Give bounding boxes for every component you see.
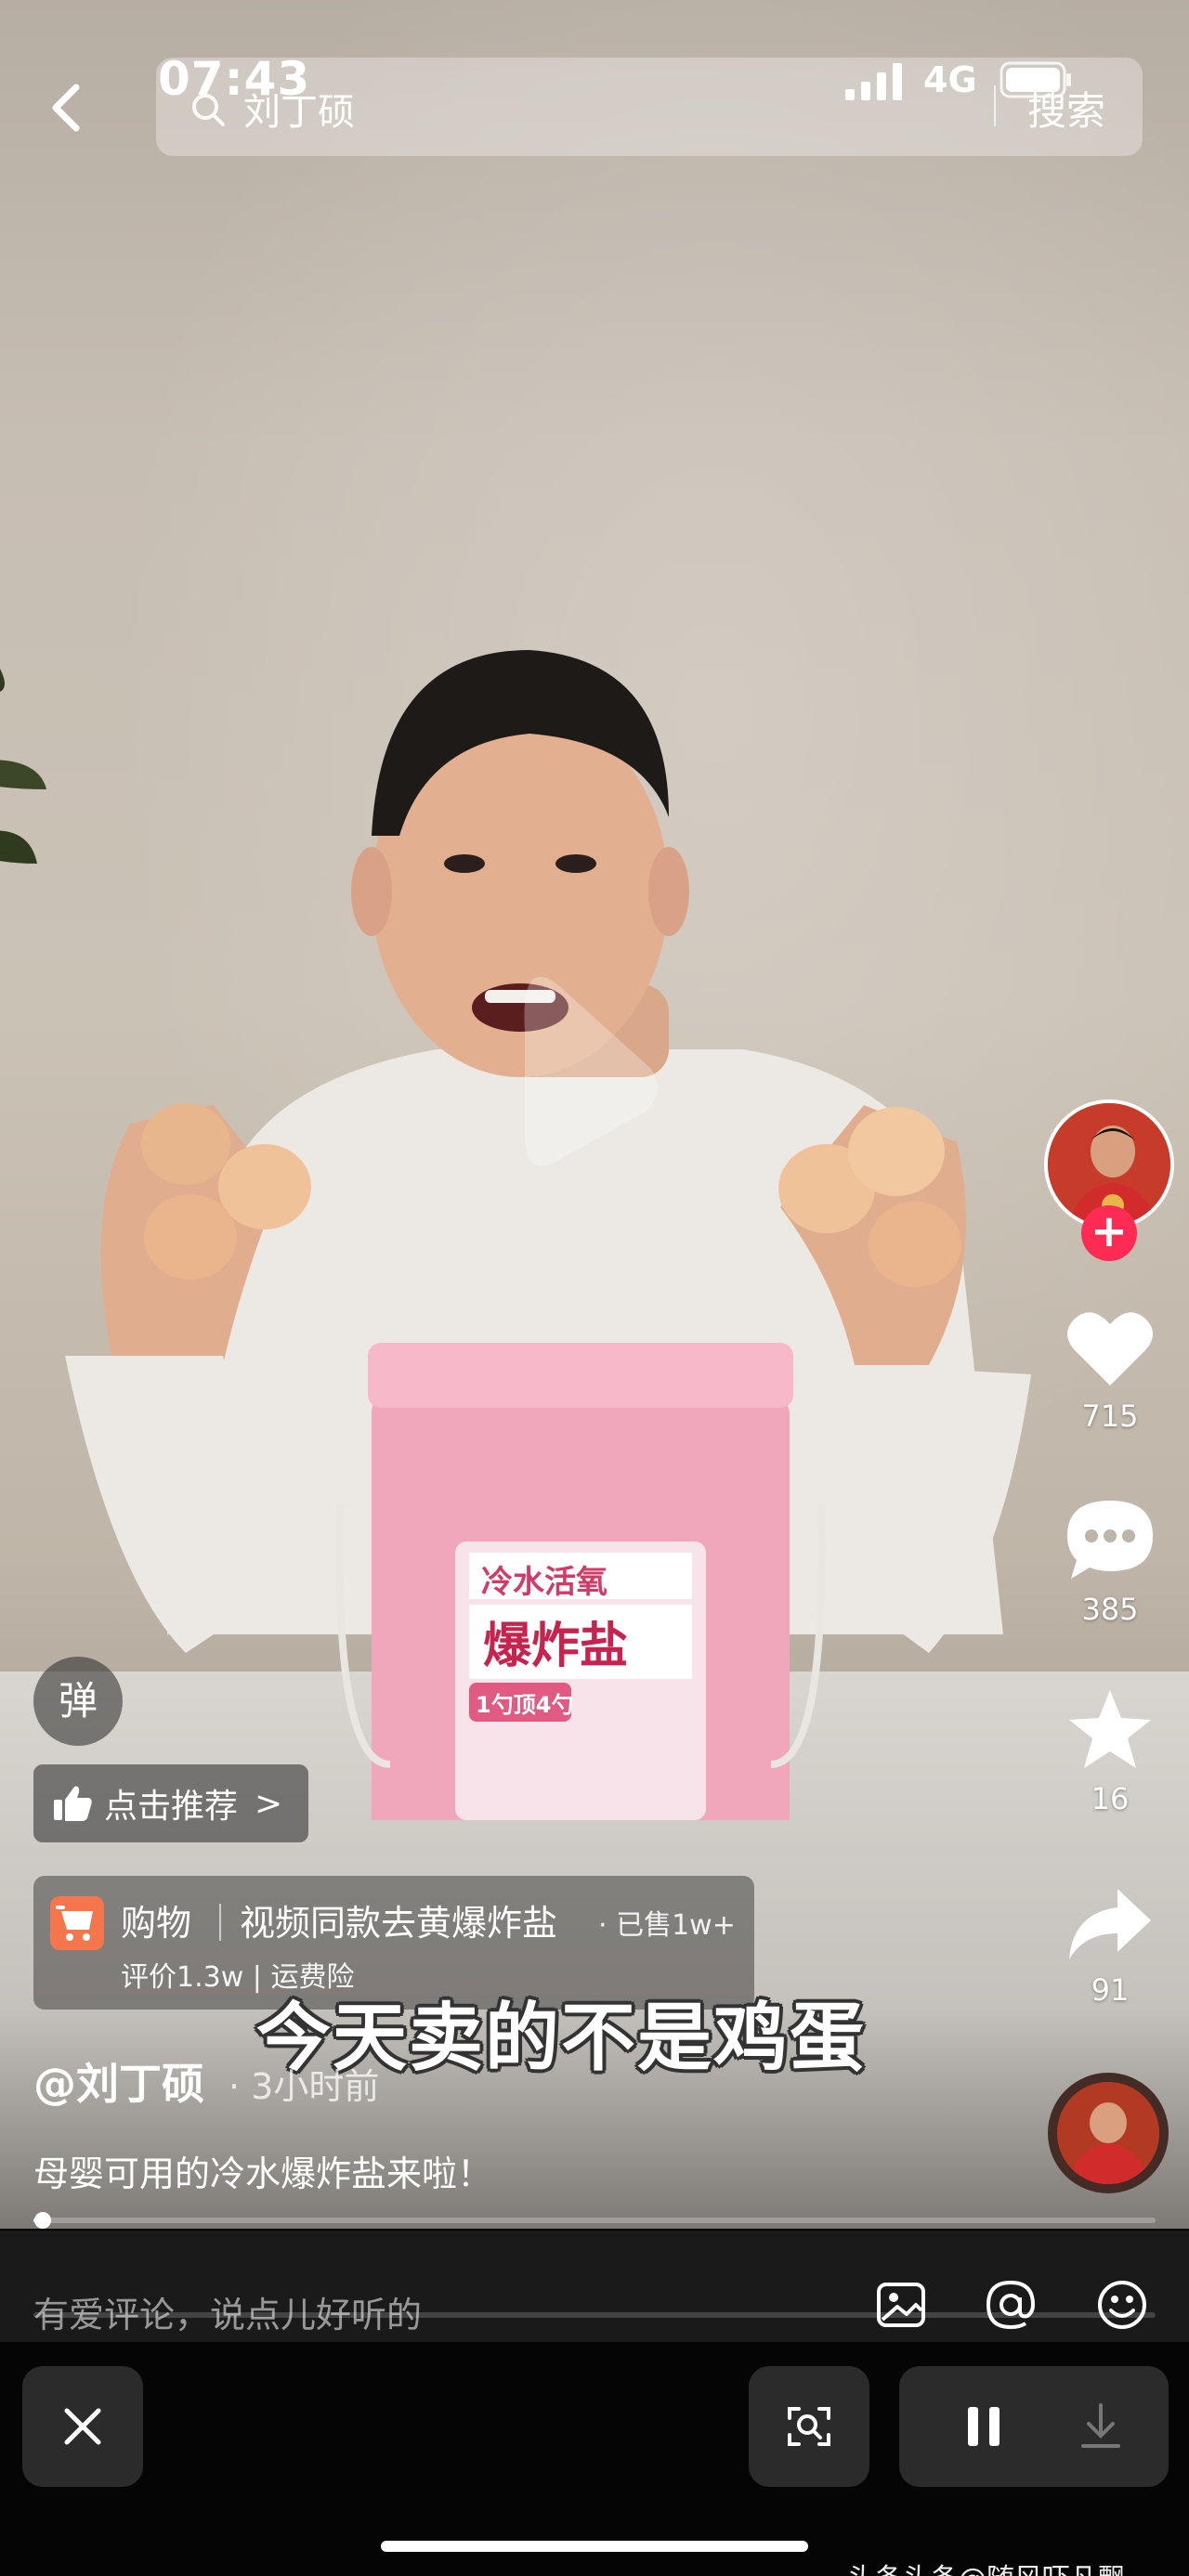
search-input[interactable]: 刘丁硕 <box>243 82 355 136</box>
shopping-cart-icon <box>50 1896 104 1950</box>
recommend-label: 点击推荐 <box>104 1788 239 1826</box>
pause-icon[interactable] <box>959 2401 1009 2452</box>
search-icon <box>192 94 225 126</box>
favorite-button[interactable]: 16 <box>1059 1686 1161 1816</box>
network-type: 4G <box>923 59 977 100</box>
shop-label: 购物 <box>121 1903 192 1944</box>
search-button[interactable]: 搜索 <box>1027 80 1105 137</box>
image-picker-icon[interactable] <box>873 2277 929 2333</box>
signal-strength-icon <box>845 63 902 100</box>
shop-product-title: 视频同款去黄爆炸盐 <box>240 1903 558 1944</box>
search-divider <box>994 85 996 126</box>
like-count: 715 <box>1081 1399 1139 1434</box>
progress-handle[interactable] <box>33 2212 51 2229</box>
follow-button[interactable]: + <box>1081 1205 1137 1261</box>
comment-count: 385 <box>1081 1592 1139 1627</box>
scan-button[interactable] <box>749 2366 869 2487</box>
share-count: 91 <box>1091 1972 1130 2008</box>
close-icon <box>64 2408 101 2445</box>
author-name[interactable]: @刘丁硕 <box>33 2050 204 2112</box>
heart-icon <box>1067 1312 1153 1386</box>
product-brand-line: 冷水活氧 <box>481 1564 608 1601</box>
video-progress-bar[interactable] <box>33 2212 1156 2229</box>
danmu-toggle-button[interactable]: 弹 <box>33 1657 123 1746</box>
close-button[interactable] <box>22 2366 143 2487</box>
product-name: 爆炸盐 <box>483 1619 629 1674</box>
star-icon <box>1069 1690 1151 1768</box>
video-caption: 母婴可用的冷水爆炸盐来啦！ <box>33 2153 493 2194</box>
post-time: · 3小时前 <box>229 2066 380 2107</box>
home-indicator <box>381 2541 808 2552</box>
shop-divider <box>219 1904 221 1941</box>
shop-rating: 评价1.3w <box>121 1961 244 1994</box>
playback-controls <box>899 2366 1169 2487</box>
like-button[interactable]: 715 <box>1059 1308 1161 1434</box>
back-arrow-icon[interactable] <box>35 71 100 145</box>
comment-bubble-icon <box>1067 1501 1153 1579</box>
mention-icon[interactable] <box>983 2277 1039 2333</box>
download-icon[interactable] <box>1076 2401 1126 2452</box>
share-button[interactable]: 91 <box>1059 1885 1161 2008</box>
emoji-icon[interactable] <box>1094 2277 1150 2333</box>
music-disc[interactable] <box>1048 2073 1169 2193</box>
product-tag: 1勺顶4勺 <box>476 1692 574 1718</box>
favorite-count: 16 <box>1091 1781 1130 1816</box>
thumbs-up-icon <box>54 1786 92 1821</box>
comment-button[interactable]: 385 <box>1059 1497 1161 1627</box>
scan-icon <box>788 2407 830 2446</box>
music-disc-image <box>1057 2082 1159 2184</box>
watermark: 头条头条@随风吓凡飘 <box>847 2556 1126 2576</box>
shop-sold-count: · 已售1w+ <box>598 1909 736 1942</box>
share-arrow-icon <box>1069 1889 1151 1959</box>
recommend-button[interactable]: 点击推荐 > <box>33 1764 308 1842</box>
chevron-right-icon: > <box>255 1784 283 1823</box>
